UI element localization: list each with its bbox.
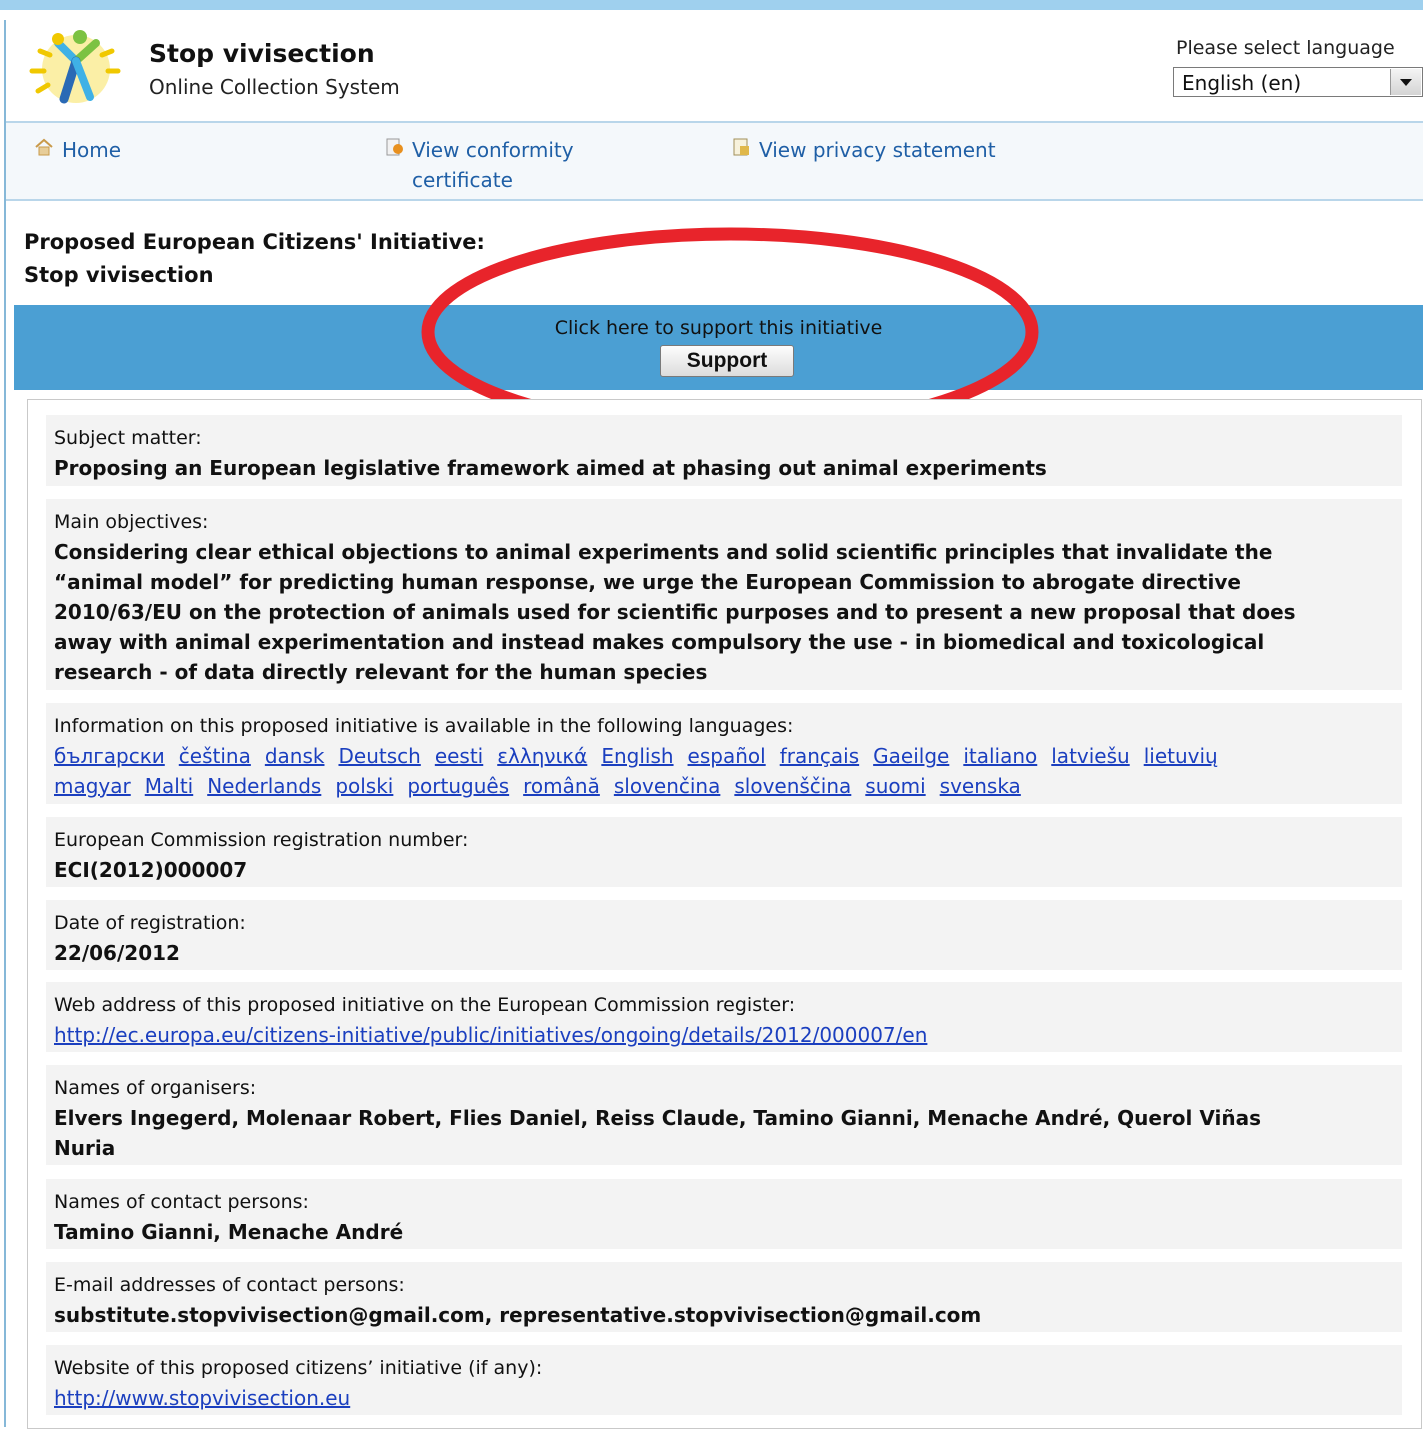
app-subtitle: Online Collection System (149, 75, 400, 99)
regnum-value: ECI(2012)000007 (54, 858, 248, 882)
chevron-down-icon[interactable] (1390, 69, 1421, 95)
document-icon (733, 138, 749, 156)
objectives-line: “animal model” for predicting human resp… (54, 570, 1241, 594)
subject-field: Subject matter: Proposing an European le… (46, 415, 1402, 486)
register-link[interactable]: http://ec.europa.eu/citizens-initiative/… (54, 1023, 927, 1047)
language-link[interactable]: slovenčina (614, 774, 721, 798)
language-link[interactable]: dansk (265, 744, 325, 768)
app-title: Stop vivisection (149, 39, 375, 68)
language-link[interactable]: svenska (940, 774, 1021, 798)
language-link[interactable]: português (407, 774, 509, 798)
objectives-field: Main objectives: Considering clear ethic… (46, 499, 1402, 690)
objectives-line: research - of data directly relevant for… (54, 660, 708, 684)
language-link[interactable]: română (523, 774, 600, 798)
emails-field: E-mail addresses of contact persons: sub… (46, 1262, 1402, 1332)
regnum-field: European Commission registration number:… (46, 817, 1402, 887)
objectives-line: Considering clear ethical objections to … (54, 540, 1273, 564)
language-link[interactable]: lietuvių (1144, 744, 1218, 768)
languages-field: Information on this proposed initiative … (46, 703, 1402, 804)
language-link[interactable]: български (54, 744, 165, 768)
initiative-heading: Proposed European Citizens' Initiative: … (24, 226, 485, 292)
language-link[interactable]: Deutsch (338, 744, 420, 768)
date-field: Date of registration: 22/06/2012 (46, 900, 1402, 970)
date-label: Date of registration: (54, 912, 246, 934)
language-link[interactable]: Gaeilge (873, 744, 949, 768)
language-links-row-2: magyar Malti Nederlands polski português româ… (54, 771, 1394, 801)
contacts-field: Names of contact persons: Tamino Gianni,… (46, 1179, 1402, 1249)
language-link[interactable]: ελληνικά (497, 744, 587, 768)
emails-label: E-mail addresses of contact persons: (54, 1274, 405, 1296)
language-link[interactable]: polski (335, 774, 393, 798)
language-link[interactable]: eesti (435, 744, 483, 768)
language-links-row-1: български čeština dansk Deutsch eesti ελληνικ… (54, 741, 1394, 771)
language-link[interactable]: Nederlands (207, 774, 321, 798)
nav-privacy-label: View privacy statement (759, 138, 996, 162)
eci-logo-icon (29, 30, 121, 104)
contacts-value: Tamino Gianni, Menache André (54, 1220, 404, 1244)
language-select-value: English (en) (1182, 71, 1302, 95)
regnum-label: European Commission registration number: (54, 829, 469, 851)
website-label: Website of this proposed citizens’ initi… (54, 1357, 543, 1379)
subject-value: Proposing an European legislative framew… (54, 456, 1047, 480)
nav-bar: Home View conformity certificate View pr… (6, 123, 1423, 201)
language-link[interactable]: slovenščina (734, 774, 851, 798)
organisers-label: Names of organisers: (54, 1077, 257, 1099)
language-select[interactable]: English (en) (1173, 67, 1423, 97)
initiative-name: Stop vivisection (24, 263, 214, 287)
organisers-value: Elvers Ingegerd, Molenaar Robert, Flies … (54, 1106, 1261, 1130)
languages-label: Information on this proposed initiative … (54, 715, 794, 737)
contacts-label: Names of contact persons: (54, 1191, 309, 1213)
language-link[interactable]: latviešu (1051, 744, 1129, 768)
language-link[interactable]: español (688, 744, 766, 768)
webaddr-field: Web address of this proposed initiative … (46, 982, 1402, 1052)
webaddr-label: Web address of this proposed initiative … (54, 994, 796, 1016)
nav-conformity-label-1: View conformity (412, 138, 574, 162)
language-link[interactable]: English (601, 744, 673, 768)
language-link[interactable]: Malti (145, 774, 193, 798)
support-prompt: Click here to support this initiative (554, 317, 883, 339)
certificate-icon (386, 138, 403, 156)
initiative-label: Proposed European Citizens' Initiative: (24, 230, 485, 254)
site-header: Stop vivisection Online Collection Syste… (6, 11, 1423, 123)
objectives-line: 2010/63/EU on the protection of animals … (54, 600, 1296, 624)
organisers-value-cont: Nuria (54, 1136, 116, 1160)
support-button[interactable]: Support (660, 345, 794, 377)
language-link[interactable]: magyar (54, 774, 131, 798)
language-link[interactable]: suomi (865, 774, 925, 798)
website-field: Website of this proposed citizens’ initi… (46, 1345, 1402, 1415)
date-value: 22/06/2012 (54, 941, 180, 965)
objectives-line: away with animal experimentation and ins… (54, 630, 1265, 654)
language-link[interactable]: čeština (179, 744, 251, 768)
objectives-label: Main objectives: (54, 511, 209, 533)
nav-conformity-label-2: certificate (412, 168, 513, 192)
subject-label: Subject matter: (54, 427, 202, 449)
website-link[interactable]: http://www.stopvivisection.eu (54, 1386, 350, 1410)
language-link[interactable]: italiano (963, 744, 1037, 768)
language-link[interactable]: français (780, 744, 859, 768)
nav-home-label: Home (62, 138, 122, 162)
language-label: Please select language (1176, 37, 1395, 59)
organisers-field: Names of organisers: Elvers Ingegerd, Mo… (46, 1065, 1402, 1165)
home-icon (35, 138, 53, 156)
emails-value: substitute.stopvivisection@gmail.com, re… (54, 1303, 982, 1327)
initiative-details: Subject matter: Proposing an European le… (27, 399, 1422, 1429)
